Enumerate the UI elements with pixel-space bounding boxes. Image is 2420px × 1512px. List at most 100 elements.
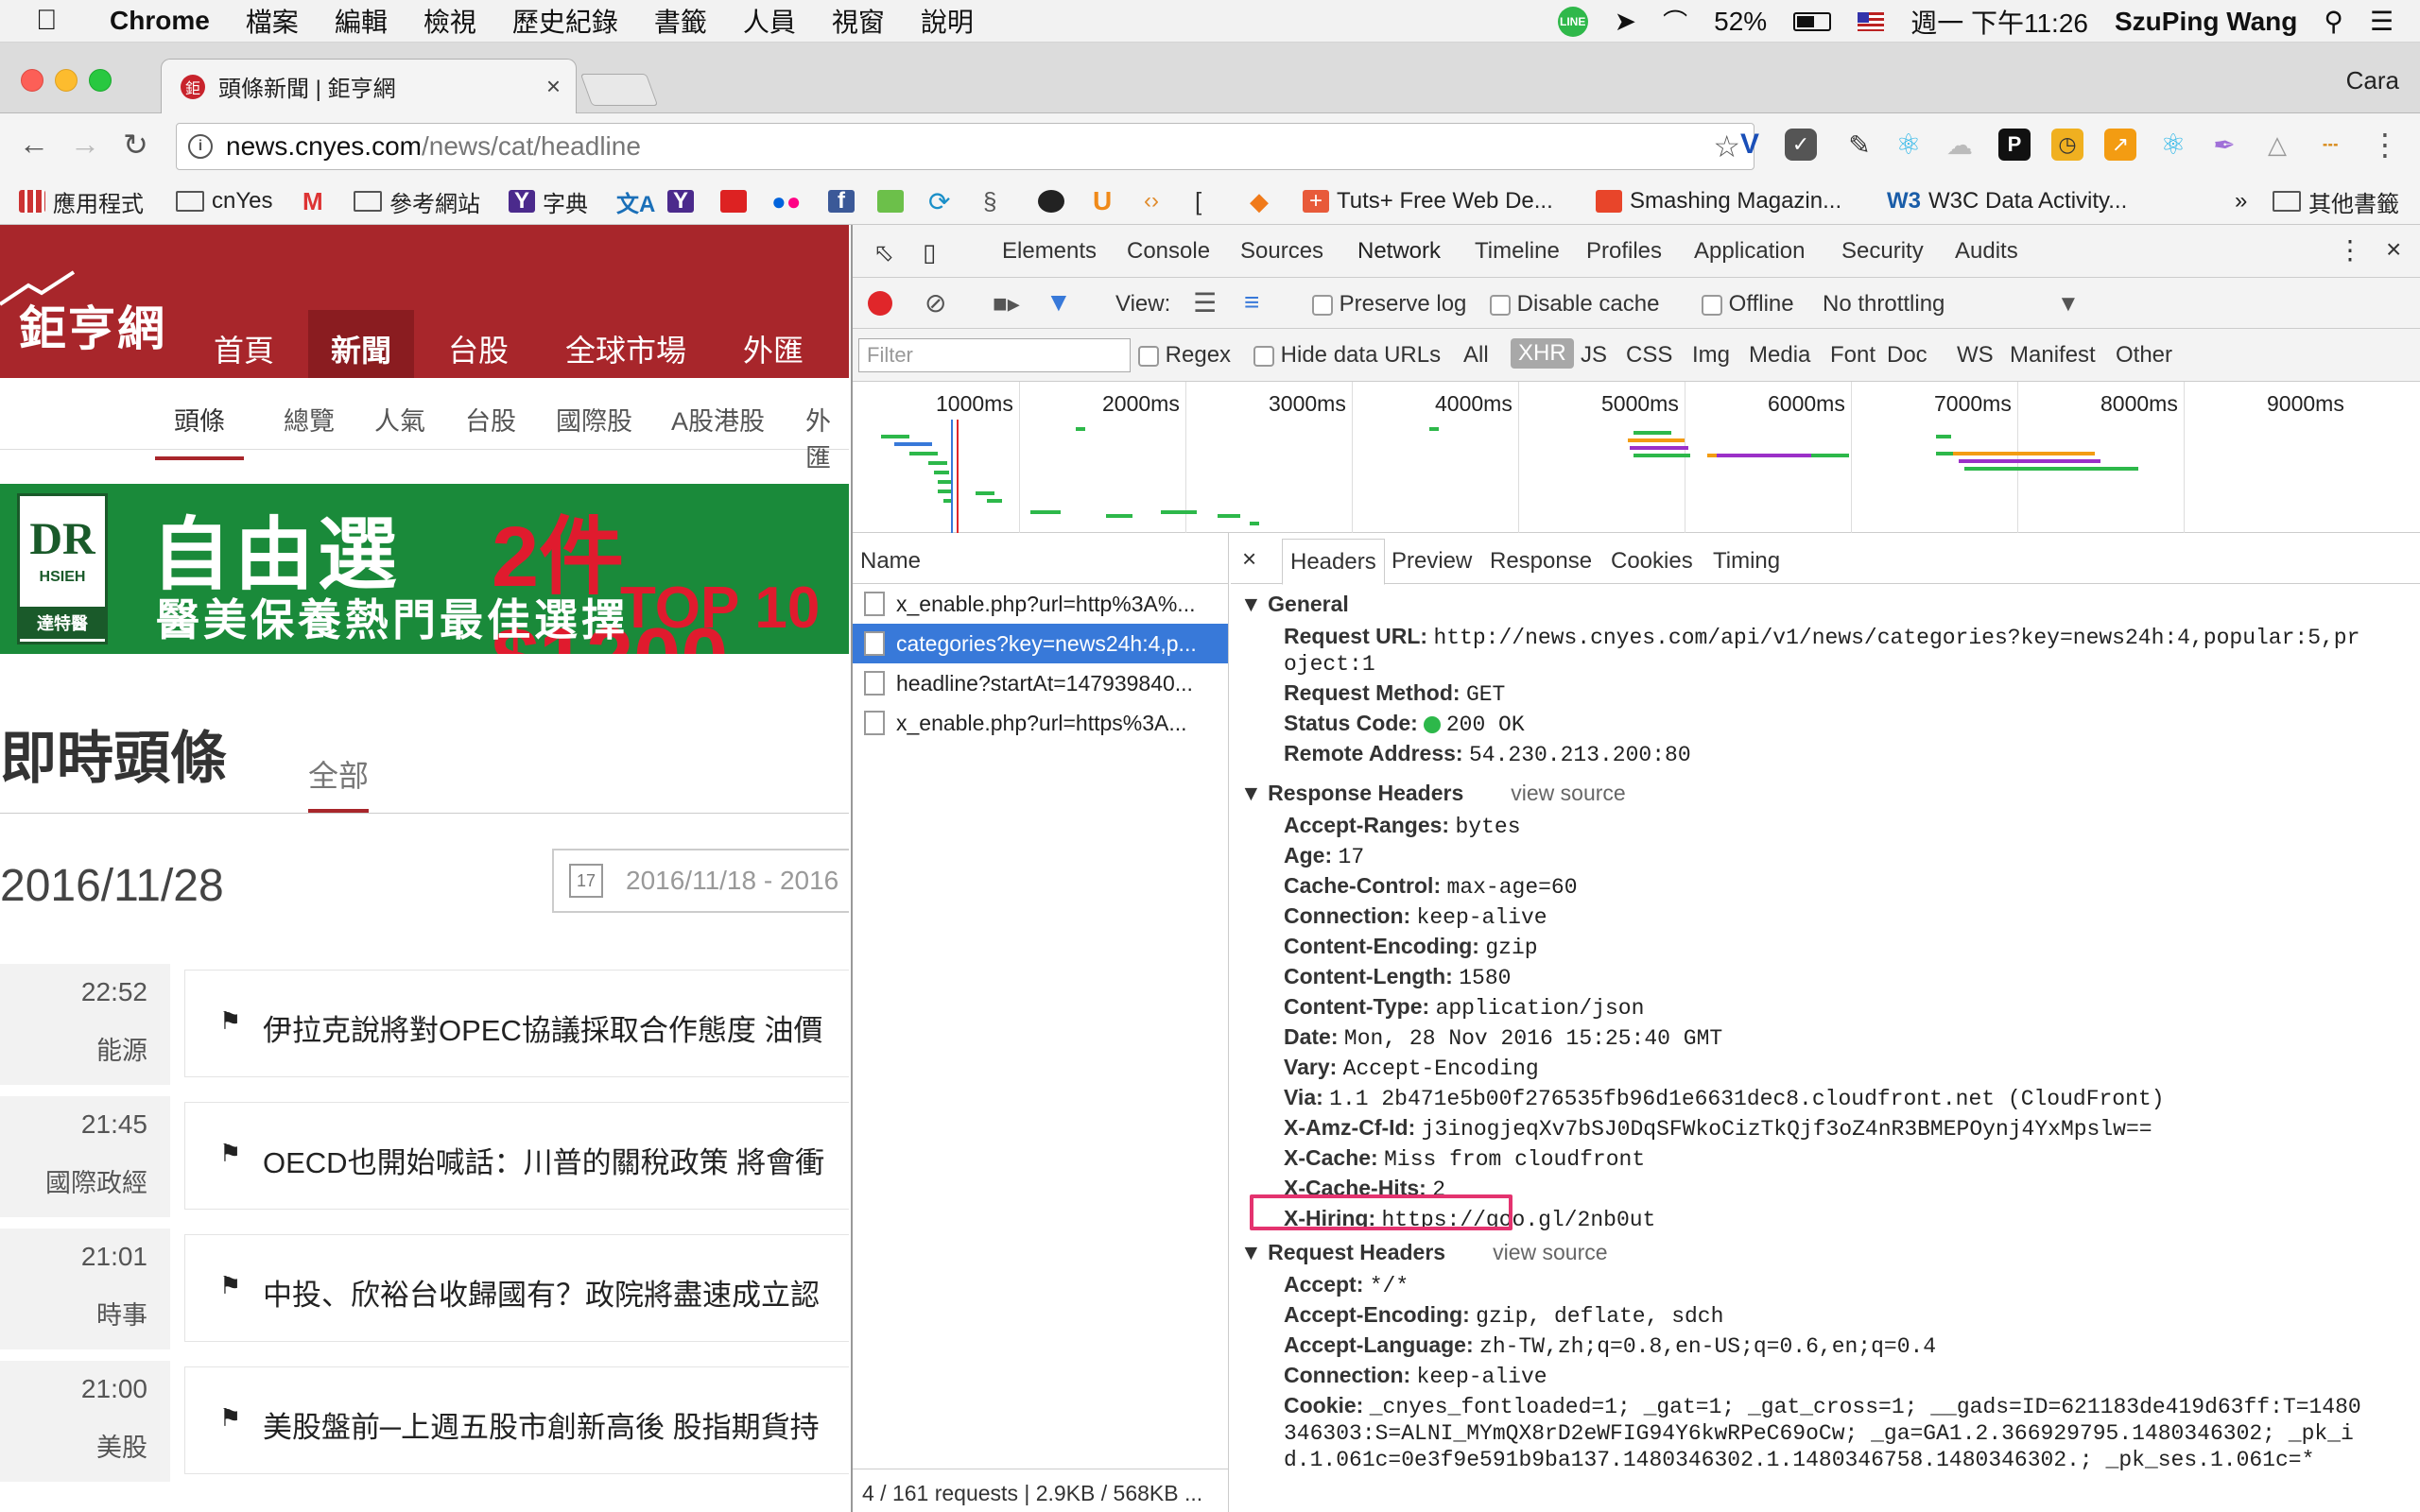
request-headers-toggle[interactable]: ▼ Request Headers view source: [1240, 1240, 1608, 1265]
bookmark-small-11[interactable]: ‹›: [1144, 185, 1159, 217]
ad-banner[interactable]: DR HSIEH 達特醫 自由選 2件$1200 醫美保養熱門最佳選擇 TOP …: [0, 484, 849, 654]
bookmark-small-2[interactable]: Y: [667, 185, 701, 217]
react-icon[interactable]: ⚛: [2157, 129, 2189, 161]
site-info-icon[interactable]: i: [188, 134, 213, 159]
menu-help[interactable]: 說明: [921, 2, 974, 40]
menubar-clock[interactable]: 週一 下午11:26: [1910, 3, 2088, 41]
pocket-icon[interactable]: ✓: [1785, 129, 1817, 161]
bookmark-small-12[interactable]: [: [1195, 185, 1201, 217]
browser-tab-active[interactable]: 鉅 頭條新聞 | 鉅亨網 ×: [161, 59, 577, 113]
filter-type-ws[interactable]: WS: [1957, 342, 1994, 369]
subnav-forex[interactable]: 外匯: [805, 401, 849, 474]
throttling-select[interactable]: No throttling ▼: [1823, 291, 2087, 318]
detail-tab-headers[interactable]: Headers: [1282, 539, 1385, 585]
news-title[interactable]: 中投、欣裕台收歸國有？政院將盡速成立認: [263, 1271, 820, 1314]
menu-window[interactable]: 視窗: [832, 2, 885, 40]
bookmark-ref[interactable]: 參考網站: [354, 185, 480, 217]
overview-waterfall-icon[interactable]: ≡: [1244, 287, 1259, 318]
news-category[interactable]: 國際政經: [45, 1162, 147, 1199]
offline-checkbox[interactable]: Offline: [1702, 291, 1794, 318]
news-category[interactable]: 美股: [96, 1427, 147, 1464]
news-item[interactable]: 21:01 時事 ⚑ 中投、欣裕台收歸國有？政院將盡速成立認: [0, 1228, 849, 1349]
sync-icon[interactable]: ➤: [1615, 6, 1636, 37]
bookmark-small-13[interactable]: ◆: [1250, 185, 1269, 217]
bookmark-small-1[interactable]: 文A: [616, 185, 655, 217]
large-rows-icon[interactable]: ☰: [1193, 287, 1217, 318]
tab-close-icon[interactable]: ×: [546, 72, 561, 101]
capture-screenshots-icon[interactable]: ■▸: [993, 289, 1020, 318]
name-column-header[interactable]: Name: [853, 533, 1228, 584]
detail-tab-cookies[interactable]: Cookies: [1611, 548, 1693, 575]
news-category[interactable]: 時事: [96, 1295, 147, 1332]
menu-bookmarks[interactable]: 書籤: [654, 2, 707, 40]
request-row[interactable]: x_enable.php?url=https%3A...: [853, 703, 1228, 743]
bookmark-small-4[interactable]: ●●: [771, 185, 801, 217]
bookmark-smashing[interactable]: Smashing Magazin...: [1596, 185, 1841, 217]
bookmark-small-7[interactable]: ⟳: [928, 185, 950, 217]
devtools-tab-timeline[interactable]: Timeline: [1475, 238, 1560, 265]
news-item[interactable]: 22:52 能源 ⚑ 伊拉克說將對OPEC協議採取合作態度 油價: [0, 964, 849, 1085]
news-category[interactable]: 能源: [96, 1030, 147, 1067]
bookmark-w3c[interactable]: W3 W3C Data Activity...: [1887, 185, 2127, 217]
menu-history[interactable]: 歷史紀錄: [512, 2, 618, 40]
clear-icon[interactable]: ⊘: [925, 287, 946, 318]
date-range-picker[interactable]: 17 2016/11/18 - 2016: [552, 849, 849, 913]
hide-data-urls-checkbox[interactable]: Hide data URLs: [1253, 342, 1441, 369]
subnav-intl-stock[interactable]: 國際股: [556, 401, 632, 438]
device-toolbar-icon[interactable]: ▯: [923, 238, 936, 267]
response-headers-toggle[interactable]: ▼ Response Headers view source: [1240, 781, 1626, 806]
devtools-tab-sources[interactable]: Sources: [1240, 238, 1323, 265]
filter-type-js[interactable]: JS: [1581, 342, 1607, 369]
subnav-headline[interactable]: 頭條: [155, 401, 244, 460]
bookmark-small-6[interactable]: [877, 185, 911, 217]
menu-view[interactable]: 檢視: [424, 2, 476, 40]
pen-ext-icon[interactable]: ✒: [2208, 129, 2240, 161]
subnav-tw-stock[interactable]: 台股: [465, 401, 516, 438]
menu-app-name[interactable]: Chrome: [110, 6, 210, 36]
menubar-user[interactable]: SzuPing Wang: [2115, 7, 2297, 37]
record-icon[interactable]: [868, 291, 892, 316]
request-row-selected[interactable]: categories?key=news24h:4,p...: [853, 624, 1228, 663]
nav-news[interactable]: 新聞: [308, 310, 415, 378]
producthunt-p-icon[interactable]: P: [1998, 129, 2031, 161]
devtools-tab-network[interactable]: Network: [1357, 238, 1442, 281]
devtools-tab-audits[interactable]: Audits: [1955, 238, 2018, 265]
nav-tw-stock[interactable]: 台股: [448, 327, 509, 370]
bookmark-small-3[interactable]: [720, 185, 754, 217]
react-devtools-icon[interactable]: ⚛: [1893, 129, 1925, 161]
devtools-tab-console[interactable]: Console: [1127, 238, 1210, 265]
bookmark-small-8[interactable]: §: [983, 185, 996, 217]
preserve-log-checkbox[interactable]: Preserve log: [1312, 291, 1466, 318]
bookmark-gmail[interactable]: M: [302, 185, 323, 217]
reload-icon[interactable]: ↻: [123, 127, 148, 163]
wifi-icon[interactable]: ⌒: [1663, 4, 1687, 39]
apple-icon[interactable]: : [36, 5, 74, 37]
filter-funnel-icon[interactable]: ▼: [1046, 287, 1072, 318]
devtools-menu-icon[interactable]: ⋮: [2337, 234, 2363, 266]
clock-ext-icon[interactable]: ◷: [2051, 129, 2083, 161]
news-card[interactable]: ⚑ 中投、欣裕台收歸國有？政院將盡速成立認: [184, 1234, 849, 1342]
detail-tab-timing[interactable]: Timing: [1713, 548, 1780, 575]
filter-type-all[interactable]: All: [1463, 342, 1489, 369]
menu-file[interactable]: 檔案: [246, 2, 299, 40]
request-row[interactable]: x_enable.php?url=http%3A%...: [853, 584, 1228, 624]
news-item[interactable]: 21:00 美股 ⚑ 美股盤前─上週五股市創新高後 股指期貨持: [0, 1361, 849, 1482]
chart-ext-icon[interactable]: ↗: [2104, 129, 2136, 161]
nav-home[interactable]: 首頁: [214, 327, 274, 370]
devtools-close-icon[interactable]: ×: [2386, 234, 2401, 265]
nav-forex[interactable]: 外匯: [743, 327, 804, 370]
detail-close-icon[interactable]: ×: [1242, 544, 1256, 574]
detail-tab-preview[interactable]: Preview: [1392, 548, 1472, 575]
bookmark-small-9[interactable]: [1038, 185, 1072, 217]
filter-type-manifest[interactable]: Manifest: [2010, 342, 2096, 369]
bookmark-small-10[interactable]: U: [1093, 185, 1112, 217]
news-item[interactable]: 21:45 國際政經 ⚑ OECD也開始喊話：川普的關稅政策 將會衝: [0, 1096, 849, 1217]
battery-icon[interactable]: [1793, 11, 1832, 31]
chrome-menu-icon[interactable]: ⋮: [2369, 128, 2401, 162]
window-zoom-button[interactable]: [89, 69, 112, 92]
menu-edit[interactable]: 編輯: [335, 2, 388, 40]
bookmark-other[interactable]: 其他書籤: [2273, 185, 2399, 217]
profile-button[interactable]: Cara: [2346, 66, 2399, 95]
extension-v-icon[interactable]: V: [1734, 129, 1766, 161]
filter-type-css[interactable]: CSS: [1626, 342, 1672, 369]
